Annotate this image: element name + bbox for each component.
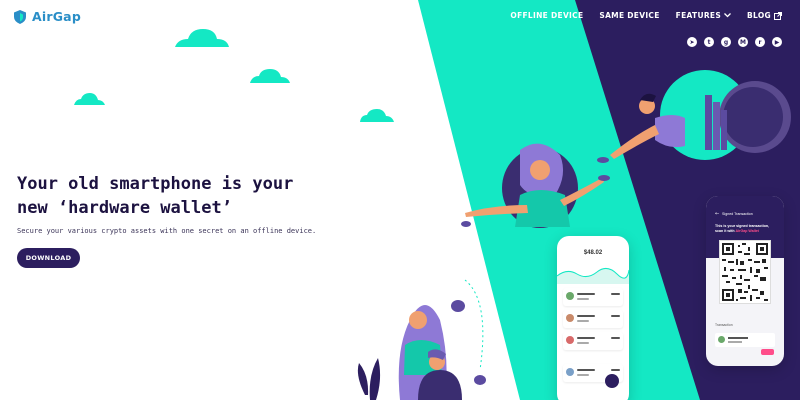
cloud-icon	[74, 29, 394, 122]
github-icon[interactable]: g	[721, 37, 731, 47]
chevron-down-icon	[724, 13, 731, 18]
qr-code	[719, 240, 771, 304]
balance-chart	[557, 268, 629, 284]
twitter-icon[interactable]: t	[704, 37, 714, 47]
instruction-highlight: AirGap Wallet	[735, 229, 759, 233]
phone-instruction: This is your signed transaction, scan it…	[715, 224, 777, 234]
signed-transaction-phone-mockup: ← Signed Transaction This is your signed…	[706, 196, 784, 366]
transaction-row	[715, 333, 775, 347]
nav-blog[interactable]: BLOG	[747, 11, 782, 20]
hero-title-line-2: new ‘hardware wallet’	[17, 198, 232, 218]
top-navigation: OFFLINE DEVICE SAME DEVICE FEATURES BLOG	[510, 11, 782, 20]
nav-item-label: OFFLINE DEVICE	[510, 11, 584, 20]
phone-screen-title: Signed Transaction	[722, 212, 753, 216]
transaction-caption: Transaction	[715, 323, 733, 327]
shield-icon	[14, 9, 26, 24]
nav-item-label: BLOG	[747, 11, 771, 20]
nav-features[interactable]: FEATURES	[676, 11, 731, 20]
medium-icon[interactable]: M	[738, 37, 748, 47]
list-item[interactable]	[563, 332, 623, 350]
social-links: ➤ t g M r ▶	[687, 37, 782, 47]
hero-subtitle: Secure your various crypto assets with o…	[17, 227, 317, 235]
brand-logo[interactable]: AirGap	[14, 9, 81, 24]
nav-item-label: SAME DEVICE	[599, 11, 660, 20]
hero-title: Your old smartphone is your new ‘hardwar…	[17, 172, 327, 220]
wallet-phone-mockup: $48.02	[557, 236, 629, 400]
nav-same-device[interactable]: SAME DEVICE	[599, 11, 659, 20]
download-button[interactable]: DOWNLOAD	[17, 248, 80, 268]
reddit-icon[interactable]: r	[755, 37, 765, 47]
instruction-line-2: with	[727, 229, 735, 233]
back-arrow-icon[interactable]: ←	[715, 211, 719, 217]
wallet-balance: $48.02	[583, 250, 603, 256]
scan-button[interactable]	[605, 374, 619, 388]
couple-illustration	[357, 279, 486, 400]
done-button[interactable]	[761, 349, 774, 355]
external-link-icon	[774, 11, 782, 20]
list-item[interactable]	[563, 310, 623, 328]
list-item[interactable]	[563, 288, 623, 306]
telegram-icon[interactable]: ➤	[687, 37, 697, 47]
brand-name: AirGap	[32, 9, 81, 24]
nav-offline-device[interactable]: OFFLINE DEVICE	[510, 11, 583, 20]
youtube-icon[interactable]: ▶	[772, 37, 782, 47]
hero-title-line-1: Your old smartphone is your	[17, 174, 294, 194]
nav-item-label: FEATURES	[675, 11, 722, 20]
